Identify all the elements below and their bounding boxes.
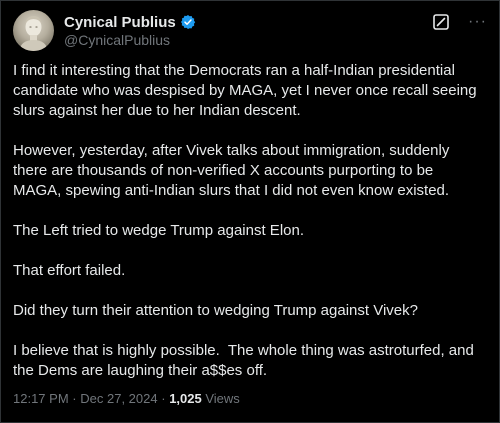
more-icon[interactable]: ··· — [468, 14, 487, 30]
bust-statue-avatar-icon — [19, 16, 48, 51]
post-text: I find it interesting that the Democrats… — [13, 61, 483, 401]
author-display-name[interactable]: Cynical Publius — [64, 14, 176, 31]
post-paragraph: The Left tried to wedge Trump against El… — [13, 222, 304, 239]
meta-separator: · — [72, 391, 77, 406]
post-paragraph: That effort failed. — [13, 262, 126, 279]
post-paragraph: I believe that is highly possible. The w… — [13, 342, 478, 379]
post-paragraph: However, yesterday, after Vivek talks ab… — [13, 142, 454, 199]
views-count: 1,025 — [169, 391, 202, 406]
post-paragraph: Did they turn their attention to wedging… — [13, 302, 418, 319]
post-time[interactable]: 12:17 PM — [13, 391, 69, 406]
grok-icon[interactable] — [432, 13, 450, 31]
post-header: Cynical Publius @CynicalPublius — [13, 10, 196, 51]
verified-badge-icon — [180, 14, 196, 30]
post-meta: 12:17 PM · Dec 27, 2024 · 1,025 Views — [13, 391, 240, 406]
post-actions: ··· — [432, 13, 487, 31]
author-handle[interactable]: @CynicalPublius — [64, 32, 196, 48]
post-card: Cynical Publius @CynicalPublius ··· I fi… — [0, 0, 500, 423]
name-row: Cynical Publius — [64, 14, 196, 31]
post-paragraph: I find it interesting that the Democrats… — [13, 62, 481, 119]
avatar[interactable] — [13, 10, 54, 51]
author-names: Cynical Publius @CynicalPublius — [64, 14, 196, 48]
post-date[interactable]: Dec 27, 2024 — [80, 391, 157, 406]
meta-separator: · — [161, 391, 166, 406]
views-label: Views — [205, 391, 240, 406]
